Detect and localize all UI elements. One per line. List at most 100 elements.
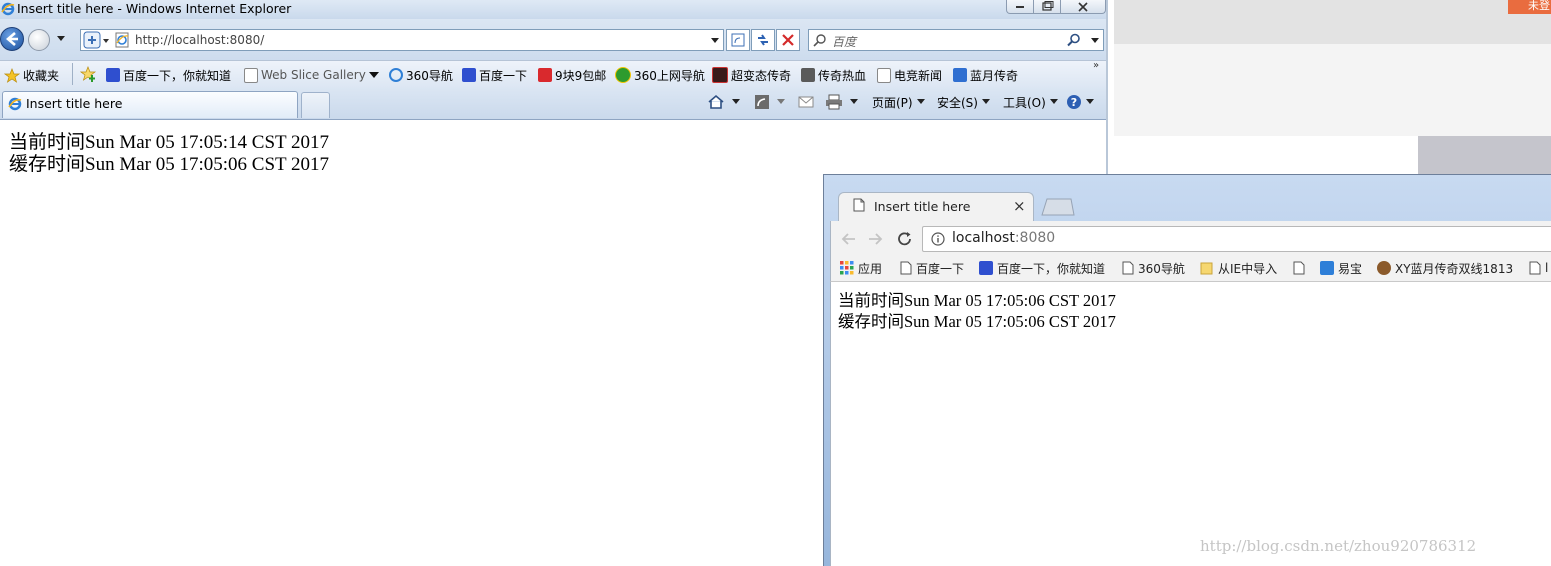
url-port: :8080 xyxy=(1014,230,1056,246)
dropdown-arrow-icon xyxy=(1049,98,1059,106)
more-favorites-chevron-icon[interactable]: » xyxy=(1093,60,1099,71)
page-icon xyxy=(853,198,865,212)
rss-feed-button[interactable] xyxy=(726,29,750,51)
print-button[interactable] xyxy=(825,94,860,110)
bookmark-item[interactable]: XY蓝月传奇双线1813 xyxy=(1377,260,1513,276)
bookmark-item[interactable]: 百度一下，你就知道 xyxy=(979,260,1105,276)
close-window-button[interactable] xyxy=(1060,0,1106,14)
cache-time-text: 缓存时间Sun Mar 05 17:05:06 CST 2017 xyxy=(838,312,1116,331)
favorite-item[interactable]: 百度一下，你就知道 xyxy=(106,66,231,84)
page-icon xyxy=(1529,261,1541,275)
svg-text:?: ? xyxy=(1071,96,1077,109)
favorites-label: 收藏夹 xyxy=(23,68,60,83)
address-url[interactable]: http://localhost:8080/ xyxy=(135,33,264,47)
apps-grid-icon xyxy=(840,261,854,275)
ie-logo-icon xyxy=(8,97,22,111)
bookmark-label: 百度一下 xyxy=(916,261,965,276)
back-arrow-icon[interactable] xyxy=(840,231,856,247)
favorite-label: 360上网导航 xyxy=(634,68,705,83)
baidu-paw-icon xyxy=(106,68,120,82)
feeds-button[interactable] xyxy=(754,94,787,110)
apps-button[interactable]: 应用 xyxy=(840,260,882,276)
close-tab-icon[interactable]: × xyxy=(1013,197,1026,215)
favorite-item[interactable]: Web Slice Gallery xyxy=(244,66,379,84)
safety-menu[interactable]: 安全(S) xyxy=(937,94,991,110)
bookmark-folder[interactable]: 从IE中导入 xyxy=(1200,260,1277,276)
background-block xyxy=(1418,136,1551,174)
blue-grid-icon xyxy=(953,68,967,82)
read-mail-button[interactable] xyxy=(798,94,814,110)
background-header-band xyxy=(1114,0,1551,44)
favorite-label: 电竞新闻 xyxy=(894,68,943,83)
search-options-dropdown-icon[interactable] xyxy=(1090,36,1100,44)
favorite-item[interactable]: 超变态传奇 xyxy=(712,66,791,84)
bookmark-label: 360导航 xyxy=(1138,261,1185,276)
address-dropdown-icon[interactable] xyxy=(710,36,720,44)
page-menu-label: 页面(P) xyxy=(872,95,913,110)
search-placeholder: 百度 xyxy=(832,35,857,49)
star-icon xyxy=(4,67,20,83)
add-to-favorites-icon[interactable] xyxy=(80,66,98,82)
dropdown-arrow-icon xyxy=(1085,98,1095,106)
new-tab-button[interactable] xyxy=(301,92,330,118)
chrome-tab-title: Insert title here xyxy=(874,199,971,214)
omnibox-url[interactable]: localhost:8080 xyxy=(952,230,1055,246)
tools-menu[interactable]: 工具(O) xyxy=(1003,94,1059,110)
printer-icon xyxy=(825,94,843,110)
favorite-label: 360导航 xyxy=(406,68,453,83)
watermark-text: http://blog.csdn.net/zhou920786312 xyxy=(1200,537,1477,555)
tools-menu-label: 工具(O) xyxy=(1003,95,1046,110)
favorite-item[interactable]: 360导航 xyxy=(389,66,453,84)
compatibility-icon[interactable] xyxy=(82,31,112,49)
bookmark-item[interactable]: l xyxy=(1529,260,1548,276)
bookmark-item[interactable]: 易宝 xyxy=(1320,260,1362,276)
info-icon[interactable] xyxy=(931,232,945,246)
bookmark-label: 易宝 xyxy=(1338,261,1363,276)
new-tab-button[interactable] xyxy=(1041,198,1075,216)
refresh-button[interactable] xyxy=(751,29,775,51)
help-icon: ? xyxy=(1066,94,1082,110)
game-icon xyxy=(712,67,728,83)
forward-button[interactable] xyxy=(28,29,50,51)
login-button[interactable]: 未登 xyxy=(1508,0,1551,14)
bookmark-item[interactable]: 360导航 xyxy=(1122,260,1185,276)
bookmark-label: 应用 xyxy=(858,261,883,276)
folder-icon xyxy=(1200,261,1214,275)
favorite-item[interactable]: 电竞新闻 xyxy=(877,66,942,84)
bookmark-label: l xyxy=(1545,261,1549,275)
dropdown-arrow-icon xyxy=(773,98,787,106)
ie-tab-title: Insert title here xyxy=(26,96,123,111)
bookmark-item[interactable] xyxy=(1293,260,1309,276)
360-icon xyxy=(615,67,631,83)
page-icon xyxy=(1293,261,1305,275)
favorite-item[interactable]: 蓝月传奇 xyxy=(953,66,1018,84)
help-menu[interactable]: ? xyxy=(1066,94,1095,110)
page-menu[interactable]: 页面(P) xyxy=(872,94,926,110)
home-button[interactable] xyxy=(707,94,742,110)
favorite-item[interactable]: 9块9包邮 xyxy=(538,66,606,84)
favorite-item[interactable]: 360上网导航 xyxy=(615,66,705,84)
ie-page-icon xyxy=(244,67,258,83)
background-panel xyxy=(1114,44,1551,136)
red-square-icon xyxy=(538,68,552,82)
favorite-item[interactable]: 传奇热血 xyxy=(801,66,866,84)
stop-button[interactable] xyxy=(776,29,800,51)
ie-logo-icon xyxy=(1,2,15,16)
reload-icon[interactable] xyxy=(896,230,914,248)
game-icon xyxy=(801,68,815,82)
back-button[interactable] xyxy=(0,27,24,51)
bookmark-label: 从IE中导入 xyxy=(1218,261,1278,276)
forward-arrow-icon[interactable] xyxy=(868,231,884,247)
minimize-button[interactable] xyxy=(1006,0,1034,14)
ie-logo-icon xyxy=(389,68,403,82)
ie-page-icon xyxy=(877,67,891,83)
favorite-item[interactable]: 百度一下 xyxy=(462,66,527,84)
recent-pages-dropdown-icon[interactable] xyxy=(56,34,66,42)
restore-button[interactable] xyxy=(1033,0,1061,14)
bookmark-item[interactable]: 百度一下 xyxy=(900,260,964,276)
favorite-label: 蓝月传奇 xyxy=(970,68,1019,83)
favorite-label: Web Slice Gallery xyxy=(261,68,366,82)
favorites-button[interactable]: 收藏夹 xyxy=(4,66,59,84)
dropdown-arrow-icon xyxy=(916,98,926,106)
search-icon[interactable] xyxy=(1067,33,1081,47)
